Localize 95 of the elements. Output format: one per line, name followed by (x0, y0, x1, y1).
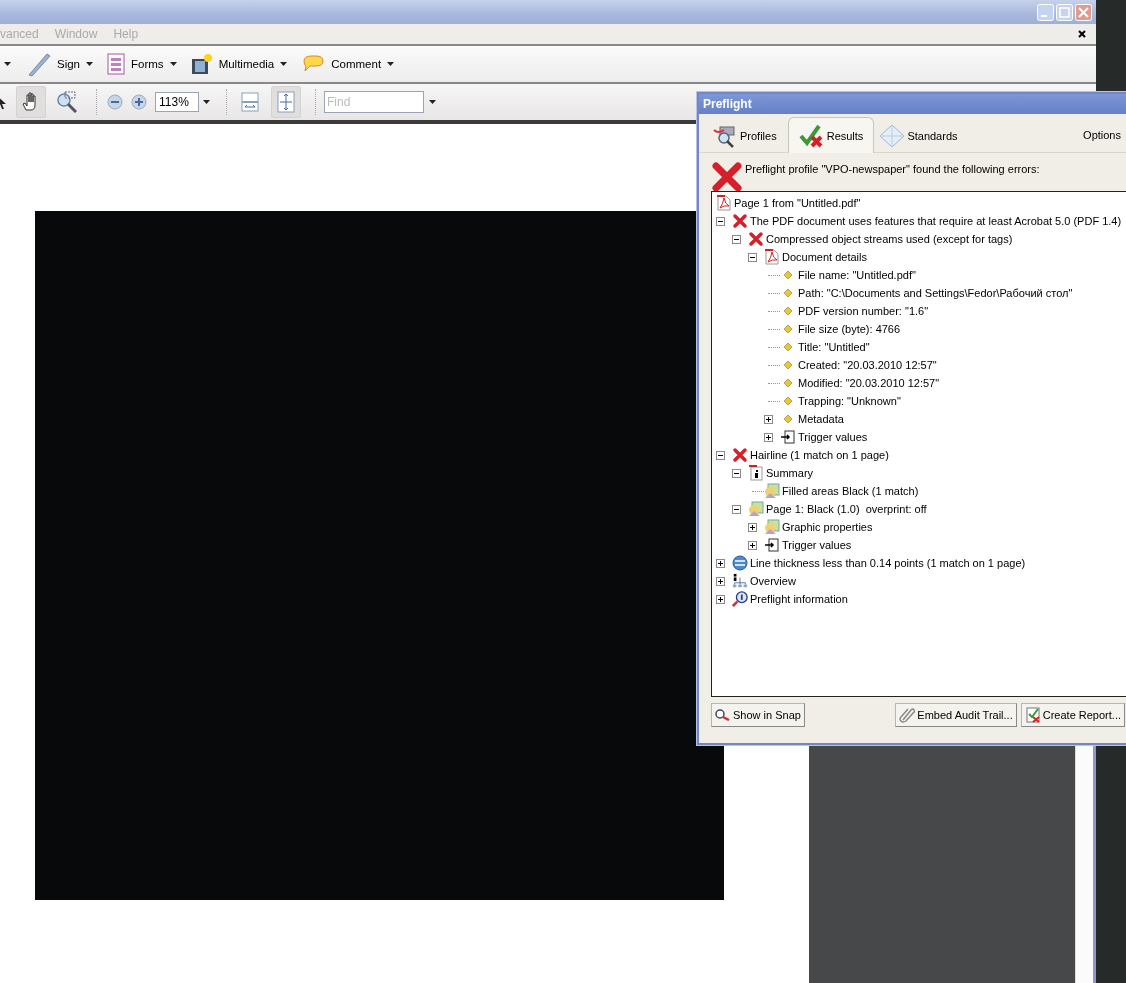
caret-icon (280, 62, 288, 66)
tree-item[interactable]: Compressed object streams used (except for tags) (766, 233, 1013, 245)
collapse-toggle[interactable] (716, 450, 725, 460)
collapse-toggle[interactable] (748, 252, 757, 262)
tree-item[interactable]: Modified: "20.03.2010 12:57" (798, 377, 940, 389)
bullet-icon (784, 361, 792, 369)
paperclip-icon (899, 707, 916, 723)
fit-width-icon (241, 92, 259, 112)
window-title: Preflight (699, 94, 1126, 114)
zoom-out-icon[interactable] (107, 94, 123, 110)
collapse-toggle[interactable] (732, 504, 741, 514)
caret-icon (387, 62, 395, 66)
tab[interactable]: Results (787, 117, 875, 153)
magnifier-icon (715, 709, 731, 721)
error-icon (748, 231, 764, 247)
tree-item[interactable]: Path: "C:\Documents and Settings\Fedor\Рабочий стол" (798, 287, 1073, 299)
action-button[interactable]: Create Report... (1020, 703, 1125, 727)
caret-icon (86, 62, 94, 66)
printer-magnifier-icon (712, 123, 738, 148)
bullet-icon (784, 397, 792, 405)
expand-toggle[interactable] (716, 558, 725, 568)
expand-toggle[interactable] (716, 576, 725, 586)
collapse-toggle[interactable] (732, 234, 741, 244)
image-icon (748, 501, 764, 517)
image-icon (764, 483, 780, 499)
report-icon (1024, 707, 1041, 723)
collapse-toggle[interactable] (716, 216, 725, 226)
tab[interactable]: Standards (874, 118, 969, 152)
caret-icon (203, 100, 210, 104)
form-icon (107, 53, 126, 75)
error-icon (732, 447, 748, 463)
expand-toggle[interactable] (748, 540, 757, 550)
zoom-in-icon[interactable] (131, 94, 147, 110)
close-icon[interactable] (1078, 30, 1086, 38)
tree-item[interactable]: Graphic properties (782, 521, 873, 533)
options-link[interactable]: Options (1083, 125, 1121, 141)
bullet-icon (784, 271, 792, 279)
zoom-field[interactable]: 113% (155, 92, 199, 112)
fit-page-icon (277, 91, 295, 113)
tree-item[interactable]: File name: "Untitled.pdf" (798, 269, 916, 281)
bullet-icon (784, 325, 792, 333)
tree-item[interactable]: Page 1 from "Untitled.pdf" (734, 197, 861, 209)
bullet-icon (784, 289, 792, 297)
tree-item[interactable]: Document details (782, 251, 867, 263)
globe-icon (732, 555, 748, 571)
toolbar-button[interactable]: Sign (27, 51, 94, 77)
tree-item[interactable]: Trigger values (782, 539, 852, 551)
pen-icon (27, 51, 51, 77)
tree-item[interactable]: Trigger values (798, 431, 868, 443)
caret-icon (169, 62, 177, 66)
zoom-icon (56, 91, 78, 113)
tree-item[interactable]: Preflight information (750, 593, 848, 605)
error-message: Preflight profile "VPO-newspaper" found the following errors: (745, 162, 1040, 177)
tree-item[interactable]: File size (byte): 4766 (798, 323, 901, 335)
tree-item[interactable]: Line thickness less than 0.14 points (1 match on 1 page) (750, 557, 1026, 569)
toolbar-button[interactable]: Multimedia (190, 53, 288, 75)
bullet-icon (784, 307, 792, 315)
caret-icon (4, 62, 11, 66)
info-document-icon (748, 465, 764, 481)
toolbar-button[interactable]: Forms (107, 53, 177, 75)
tree-item[interactable]: Metadata (798, 413, 844, 425)
magnifier-icon (732, 590, 748, 608)
find-field[interactable]: Find (324, 91, 424, 113)
expand-toggle[interactable] (764, 414, 773, 424)
tree-item[interactable]: Title: "Untitled" (798, 341, 870, 353)
tree-item[interactable]: Summary (766, 467, 814, 479)
expand-toggle[interactable] (748, 522, 757, 532)
action-button[interactable]: Embed Audit Trail... (895, 703, 1017, 727)
expand-toggle[interactable] (716, 594, 725, 604)
bullet-icon (784, 343, 792, 351)
caret-icon (429, 100, 436, 104)
tree-item[interactable]: Hairline (1 match on 1 page) (750, 449, 889, 461)
pdf-file-icon (717, 195, 731, 211)
tree-item[interactable]: Overview (750, 575, 796, 587)
error-icon (711, 161, 743, 193)
tree-item[interactable]: Filled areas Black (1 match) (782, 485, 919, 497)
toolbar-button[interactable]: Comment (301, 53, 395, 75)
bullet-icon (784, 379, 792, 387)
hierarchy-icon (732, 573, 748, 589)
tree-item[interactable]: Trapping: "Unknown" (798, 395, 901, 407)
tree-item[interactable]: The PDF document uses features that require at least Acrobat 5.0 (PDF 1.4) (750, 215, 1122, 227)
bullet-icon (784, 415, 792, 423)
diamond-icon (879, 123, 906, 148)
tab[interactable]: Profiles (707, 118, 788, 152)
collapse-toggle[interactable] (732, 468, 741, 478)
tree-item[interactable]: PDF version number: "1.6" (798, 305, 929, 317)
tree-item[interactable]: Page 1: Black (1.0) overprint: off (766, 503, 927, 515)
film-icon (190, 53, 213, 75)
error-icon (732, 213, 748, 229)
check-cross-icon (798, 123, 825, 148)
action-button[interactable]: Show in Snap (711, 703, 805, 727)
expand-toggle[interactable] (764, 432, 773, 442)
pdf-file-icon (765, 249, 779, 265)
image-icon (764, 519, 780, 535)
tree-item[interactable]: Created: "20.03.2010 12:57" (798, 359, 937, 371)
